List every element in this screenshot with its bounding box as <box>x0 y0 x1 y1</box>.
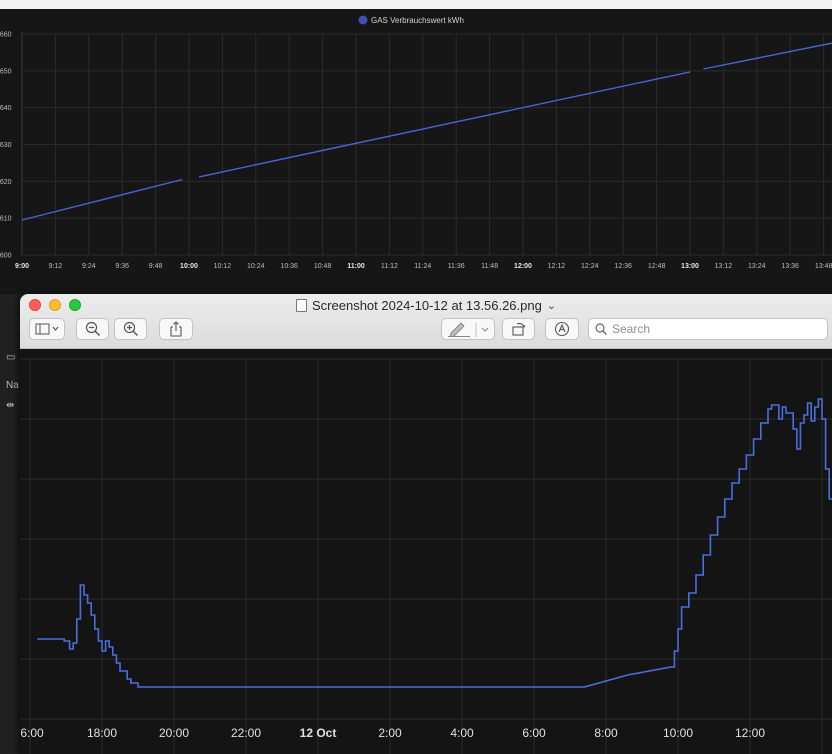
preview-window: Screenshot 2024-10-12 at 13.56.26.png ⌄ <box>20 294 832 754</box>
search-input[interactable] <box>612 322 812 336</box>
background-app-sidebar: ▭ Na ⇹ <box>0 294 22 754</box>
x-tick-label: 12:48 <box>648 263 666 270</box>
x-tick-label: 8:00 <box>594 726 618 740</box>
zoom-out-icon <box>85 321 100 336</box>
x-tick-label: 22:00 <box>231 726 261 740</box>
zoom-in-icon <box>123 321 138 336</box>
y-tick-label: 7.660 <box>0 32 12 39</box>
x-tick-label: 11:24 <box>414 263 431 270</box>
y-tick-label: 7.650 <box>0 68 12 75</box>
close-window-button[interactable] <box>29 299 41 311</box>
sidebar-icon <box>35 323 59 335</box>
window-title[interactable]: Screenshot 2024-10-12 at 13.56.26.png ⌄ <box>296 297 556 313</box>
x-tick-label: 10:48 <box>314 263 332 270</box>
zoom-out-button[interactable] <box>76 318 109 340</box>
x-tick-label: 11:36 <box>448 263 465 270</box>
x-tick-label: 12:36 <box>614 263 632 270</box>
rotate-button[interactable] <box>502 318 535 340</box>
x-tick-label: 10:24 <box>247 263 265 270</box>
background-label: Na <box>6 380 19 391</box>
minimize-window-button[interactable] <box>49 299 61 311</box>
share-button[interactable] <box>159 318 193 340</box>
x-tick-label: 11:00 <box>347 263 365 270</box>
legend-swatch <box>358 15 368 25</box>
y-tick-label: 7.610 <box>0 216 12 223</box>
zoom-in-button[interactable] <box>114 318 147 340</box>
x-tick-label: 6:00 <box>20 726 44 740</box>
power-series-line <box>37 398 832 688</box>
share-icon <box>170 321 182 337</box>
x-tick-label: 9:00 <box>15 263 29 270</box>
x-tick-label: 9:36 <box>115 263 129 270</box>
x-tick-label: 6:00 <box>522 726 546 740</box>
x-tick-label: 9:12 <box>49 263 63 270</box>
x-tick-label: 12:00 <box>514 263 532 270</box>
document-icon <box>296 298 307 312</box>
x-tick-label: 13:12 <box>715 263 733 270</box>
x-tick-label: 13:00 <box>681 263 699 270</box>
legend-label: GAS Verbrauchswert kWh <box>371 16 464 25</box>
annotate-button[interactable] <box>545 318 579 340</box>
power-chart-svg: 6:00 18:00 20:00 22:00 12 Oct 2:00 4:00 6:00 8:0… <box>20 358 832 754</box>
x-tick-label: 12 Oct <box>300 726 337 740</box>
image-content: 6:00 18:00 20:00 22:00 12 Oct 2:00 4:00 6:00 8:0… <box>20 349 832 754</box>
window-titlebar[interactable]: Screenshot 2024-10-12 at 13.56.26.png ⌄ <box>20 294 832 349</box>
gas-series-line <box>198 71 691 178</box>
x-tick-label: 2:00 <box>378 726 402 740</box>
y-tick-label: 7.630 <box>0 142 12 149</box>
x-tick-label: 13:48 <box>815 263 832 270</box>
fullscreen-window-button[interactable] <box>69 299 81 311</box>
window-title-text: Screenshot 2024-10-12 at 13.56.26.png <box>312 297 542 313</box>
x-tick-label: 18:00 <box>87 726 117 740</box>
x-tick-label: 10:12 <box>214 263 232 270</box>
x-tick-label: 12:00 <box>735 726 765 740</box>
chart-legend[interactable]: GAS Verbrauchswert kWh <box>358 15 464 26</box>
top-strip <box>0 0 832 9</box>
search-field[interactable] <box>588 318 828 340</box>
x-tick-label: 12:12 <box>548 263 566 270</box>
markup-button[interactable] <box>441 318 495 340</box>
sidebar-toggle-button[interactable] <box>29 318 65 340</box>
background-resize-icon: ⇹ <box>6 400 15 411</box>
gas-chart-svg: 7.660 7.650 7.640 7.630 7.620 7.610 7.600 9:00… <box>0 15 832 270</box>
gas-consumption-chart: 7.660 7.650 7.640 7.630 7.620 7.610 7.600 9:00… <box>0 9 832 294</box>
gas-series-line <box>703 42 832 70</box>
x-tick-label: 4:00 <box>450 726 474 740</box>
markup-pen-icon <box>448 322 489 337</box>
y-tick-label: 7.620 <box>0 179 12 186</box>
y-tick-label: 7.600 <box>0 253 12 260</box>
x-tick-label: 11:48 <box>481 263 498 270</box>
x-tick-label: 10:36 <box>280 263 298 270</box>
gas-series-line <box>21 178 183 221</box>
x-tick-label: 12:24 <box>581 263 599 270</box>
folder-icon: ▭ <box>6 352 16 363</box>
search-icon <box>595 323 607 335</box>
x-tick-label: 13:24 <box>748 263 766 270</box>
x-tick-label: 13:36 <box>781 263 799 270</box>
x-tick-label: 10:00 <box>663 726 693 740</box>
x-tick-label: 10:00 <box>180 263 198 270</box>
chevron-down-icon: ⌄ <box>546 299 557 312</box>
x-tick-label: 20:00 <box>159 726 189 740</box>
x-tick-label: 9:48 <box>149 263 163 270</box>
annotate-icon <box>554 321 570 337</box>
y-tick-label: 7.640 <box>0 105 12 112</box>
x-tick-label: 9:24 <box>82 263 96 270</box>
x-tick-label: 11:12 <box>381 263 398 270</box>
rotate-icon <box>511 322 525 336</box>
